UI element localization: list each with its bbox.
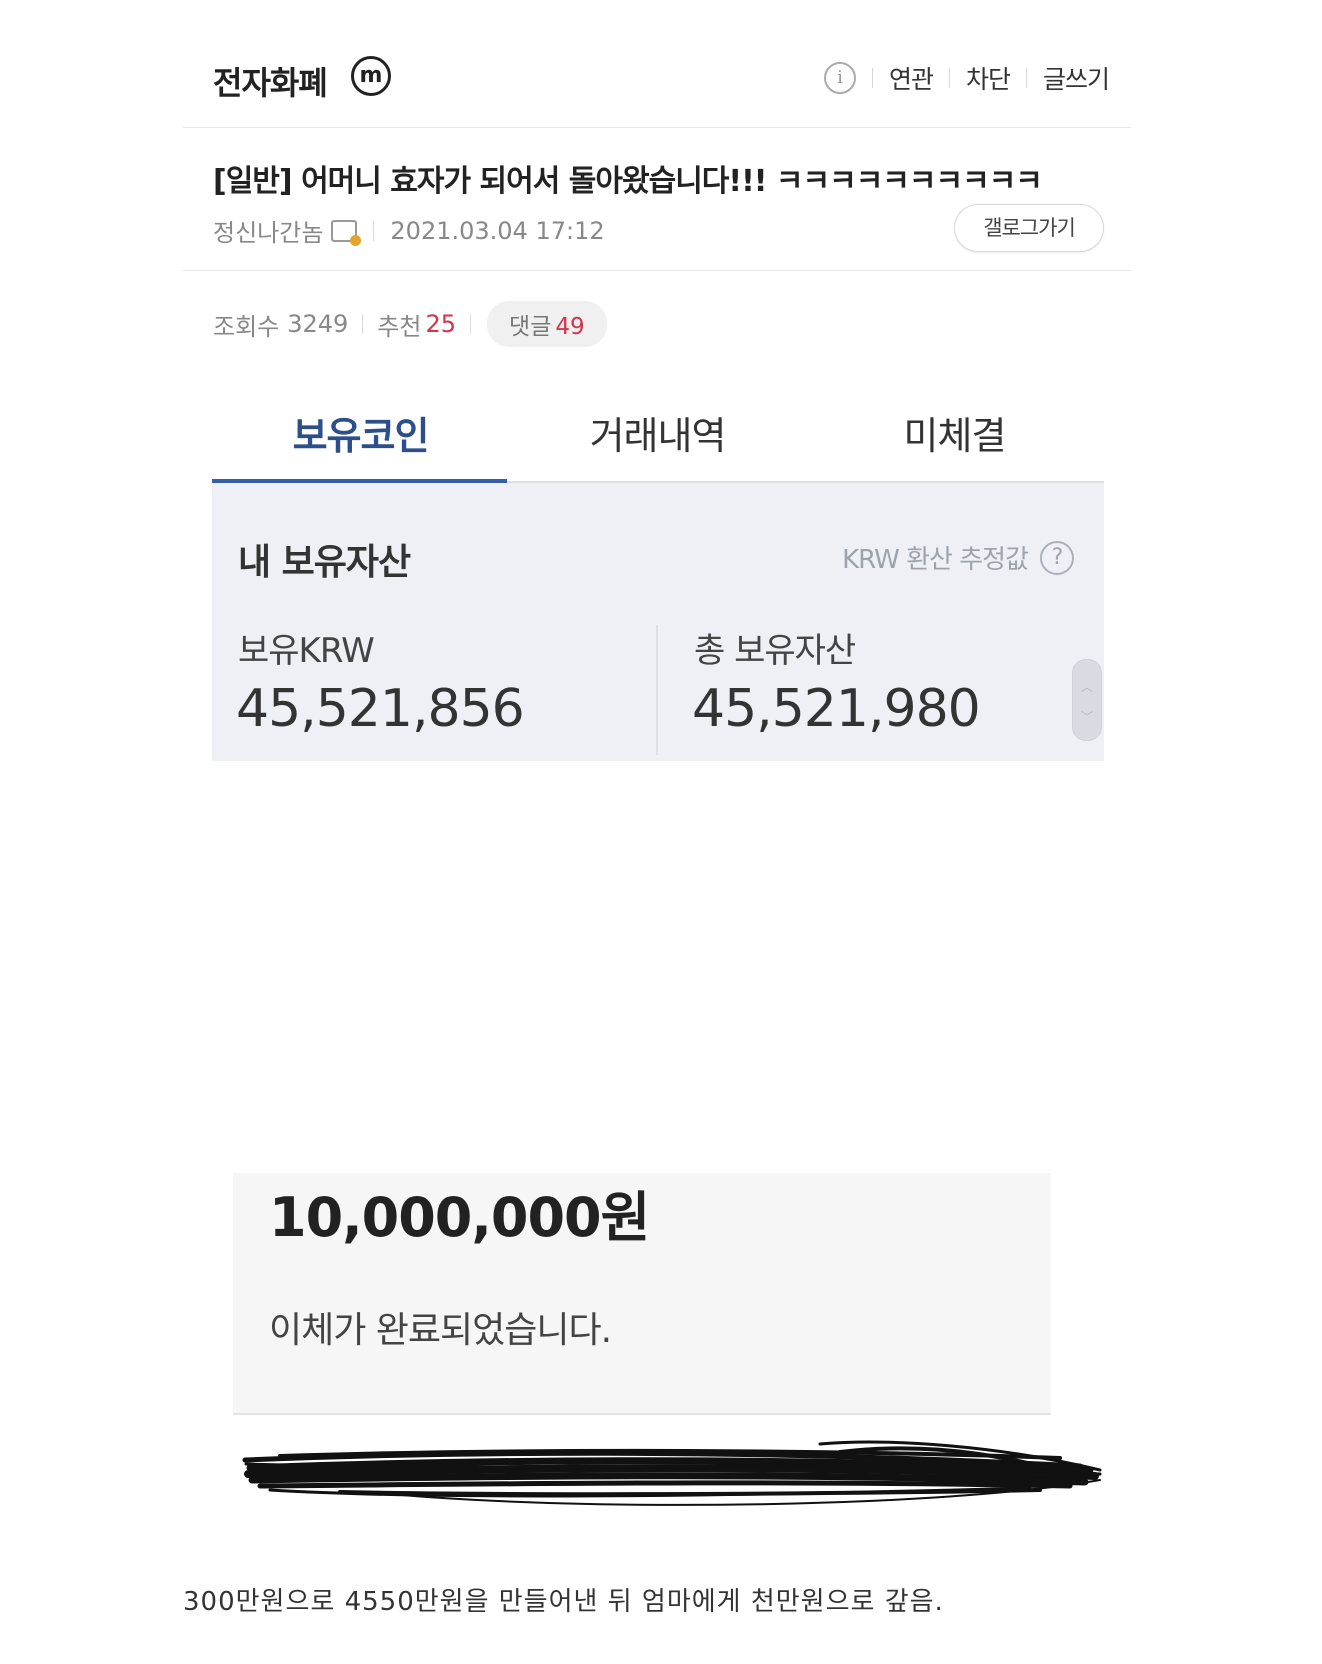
gallery-header: 전자화폐 m i 연관 차단 글쓰기 — [183, 40, 1131, 128]
divider — [948, 68, 950, 88]
gallog-button[interactable]: 갤로그가기 — [954, 204, 1104, 252]
divider — [362, 314, 364, 334]
transfer-complete-card: 10,000,000원 이체가 완료되었습니다. — [233, 1173, 1051, 1415]
header-actions: i 연관 차단 글쓰기 — [823, 60, 1110, 96]
tab-holdings[interactable]: 보유코인 — [212, 405, 509, 460]
scroll-handle[interactable]: ︿ ﹀ — [1072, 659, 1102, 741]
column-divider — [656, 625, 658, 755]
post-body-caption: 300만원으로 4550만원을 만들어낸 뒤 엄마에게 천만원으로 갚음. — [183, 1587, 944, 1617]
divider — [871, 68, 873, 88]
divider — [1025, 68, 1027, 88]
chevron-up-icon: ︿ — [1081, 680, 1094, 694]
tab-pending[interactable]: 미체결 — [806, 405, 1103, 460]
comments-label: 댓글 — [509, 314, 552, 340]
krw-estimate-label: KRW 환산 추정값 — [842, 545, 1029, 575]
held-krw-label: 보유KRW — [238, 631, 375, 671]
help-icon[interactable]: ? — [1040, 540, 1074, 575]
post-meta: 정신나간놈 2021.03.04 17:12 — [213, 213, 605, 248]
comments-count: 49 — [555, 314, 585, 340]
write-link[interactable]: 글쓰기 — [1043, 60, 1110, 96]
total-assets-value: 45,521,980 — [692, 679, 981, 739]
minor-gallery-icon: m — [351, 56, 391, 96]
comments-button[interactable]: 댓글 49 — [487, 301, 607, 347]
redaction-scribble — [242, 1440, 1102, 1506]
tab-history[interactable]: 거래내역 — [509, 405, 806, 460]
held-krw-value: 45,521,856 — [236, 679, 525, 739]
block-link[interactable]: 차단 — [966, 60, 1011, 96]
gallery-name[interactable]: 전자화폐 — [213, 58, 328, 104]
divider — [470, 314, 472, 334]
transfer-amount: 10,000,000원 — [269, 1186, 650, 1249]
post-page: 전자화폐 m i 연관 차단 글쓰기 [일반] 어머니 효자가 되어서 돌아왔습… — [0, 0, 1322, 1664]
divider — [183, 270, 1131, 271]
exchange-tabs: 보유코인 거래내역 미체결 — [212, 395, 1104, 487]
krw-estimate-note: KRW 환산 추정값 ? — [842, 539, 1074, 576]
views-count: 3249 — [287, 310, 349, 338]
recommend-count: 25 — [425, 310, 457, 338]
gallog-user-icon — [331, 219, 362, 246]
total-assets-label: 총 보유자산 — [694, 631, 856, 671]
author-nickname[interactable]: 정신나간놈 — [213, 213, 323, 248]
divider — [373, 220, 375, 241]
chevron-down-icon: ﹀ — [1081, 710, 1094, 724]
my-assets-panel: 내 보유자산 KRW 환산 추정값 ? 보유KRW 45,521,856 총 보… — [212, 483, 1104, 761]
transfer-message: 이체가 완료되었습니다. — [269, 1310, 612, 1351]
assets-title: 내 보유자산 — [238, 542, 411, 583]
post-title: [일반] 어머니 효자가 되어서 돌아왔습니다!!! ㅋㅋㅋㅋㅋㅋㅋㅋㅋㅋ — [213, 164, 1043, 199]
views-label: 조회수 — [213, 312, 280, 341]
recommend-label: 추천 — [377, 312, 422, 341]
post-stats: 조회수 3249 추천 25 댓글 49 — [213, 301, 607, 347]
related-link[interactable]: 연관 — [889, 60, 934, 96]
post-datetime: 2021.03.04 17:12 — [390, 216, 605, 245]
info-icon[interactable]: i — [823, 62, 856, 94]
